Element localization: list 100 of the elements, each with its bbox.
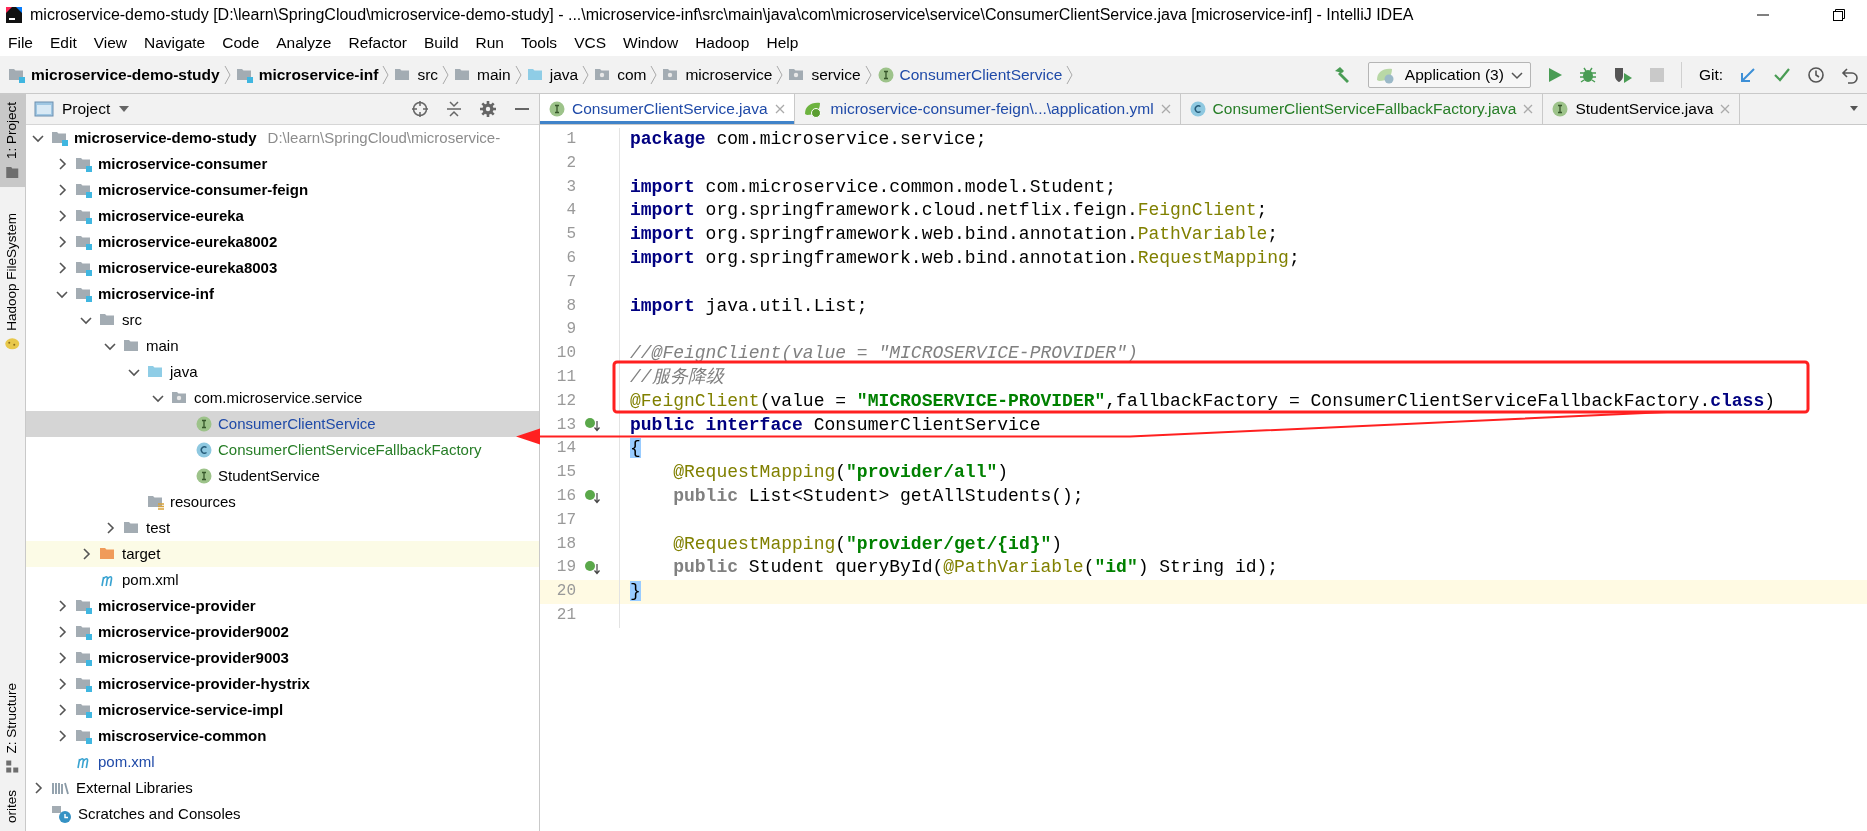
editor-tab[interactable]: StudentService.java bbox=[1543, 94, 1741, 124]
run-icon[interactable] bbox=[1546, 65, 1563, 84]
tree-item[interactable]: main bbox=[26, 333, 183, 359]
editor-tab[interactable]: ConsumerClientServiceFallbackFactory.java bbox=[1180, 94, 1544, 124]
tree-item[interactable]: microservice-demo-study D:\learn\SpringCloud\microservice- bbox=[26, 125, 505, 151]
breadcrumb-item[interactable]: com bbox=[594, 62, 647, 87]
scratches-icon bbox=[51, 804, 73, 824]
line-number: 4 bbox=[565, 200, 576, 222]
tree-item[interactable]: src bbox=[26, 307, 146, 333]
breadcrumb-item[interactable]: microservice-inf bbox=[235, 62, 379, 87]
code-line: package com.microservice.service; bbox=[629, 128, 987, 151]
tree-item[interactable]: microservice-provider9002 bbox=[26, 619, 293, 645]
tree-item[interactable]: test bbox=[26, 515, 175, 541]
menu-item[interactable]: File bbox=[8, 31, 33, 55]
tree-item[interactable]: StudentService bbox=[26, 463, 324, 489]
line-number: 8 bbox=[565, 295, 576, 317]
breadcrumb-item[interactable]: microservice-demo-study bbox=[8, 62, 220, 87]
module-icon bbox=[75, 701, 93, 719]
tool-window-tab[interactable]: orites bbox=[0, 782, 26, 831]
collapse-all-icon[interactable] bbox=[445, 100, 463, 118]
tree-item[interactable]: microservice-eureka8002 bbox=[26, 229, 282, 255]
update-project-icon[interactable] bbox=[1739, 65, 1757, 84]
menu-item[interactable]: Code bbox=[222, 31, 260, 55]
menu-item[interactable]: Build bbox=[424, 31, 459, 55]
tree-item[interactable]: microservice-consumer bbox=[26, 151, 272, 177]
tree-item[interactable]: External Libraries bbox=[26, 775, 197, 801]
debug-icon[interactable] bbox=[1578, 65, 1597, 84]
breadcrumb-item[interactable]: microservice bbox=[662, 62, 773, 87]
breadcrumb-separator-icon bbox=[442, 63, 451, 86]
tree-item[interactable]: microservice-consumer-feign bbox=[26, 177, 313, 203]
menu-item[interactable]: Navigate bbox=[144, 31, 206, 55]
code-line: @FeignClient(value = "MICROSERVICE-PROVIDER",fallbackFactory = ConsumerClientServiceFallbackFactory.class) bbox=[629, 389, 1776, 413]
implemented-marker-icon[interactable] bbox=[584, 417, 600, 434]
breadcrumb-separator-icon bbox=[864, 63, 873, 86]
history-icon[interactable] bbox=[1807, 65, 1825, 84]
tree-item[interactable]: miscroservice-common bbox=[26, 723, 271, 749]
menu-item[interactable]: Run bbox=[475, 31, 504, 55]
line-number: 6 bbox=[565, 248, 576, 269]
tree-item[interactable]: resources bbox=[26, 489, 240, 515]
tree-item[interactable]: com.microservice.service bbox=[26, 385, 367, 411]
menu-item[interactable]: Hadoop bbox=[695, 31, 750, 55]
tree-item[interactable]: microservice-eureka bbox=[26, 203, 248, 229]
tree-item[interactable]: pom.xml bbox=[26, 749, 159, 775]
module-icon bbox=[75, 285, 93, 303]
tool-window-tab[interactable]: Hadoop FileSystem bbox=[0, 205, 26, 359]
revert-icon[interactable] bbox=[1841, 65, 1859, 84]
line-number: 7 bbox=[565, 271, 576, 293]
module-icon bbox=[75, 597, 93, 615]
line-number: 13 bbox=[555, 414, 576, 436]
menu-item[interactable]: VCS bbox=[574, 31, 606, 55]
code-line: import org.springframework.cloud.netflix.feign.FeignClient; bbox=[629, 199, 1268, 223]
module-icon bbox=[51, 129, 69, 147]
implemented-marker-icon[interactable] bbox=[584, 488, 600, 505]
line-number: 20 bbox=[555, 581, 576, 603]
menu-item[interactable]: View bbox=[93, 31, 128, 55]
line-number: 18 bbox=[555, 533, 576, 555]
line-number: 14 bbox=[555, 438, 576, 460]
tool-window-tab[interactable]: 1: Project bbox=[0, 94, 26, 188]
caret-down-icon[interactable] bbox=[1849, 105, 1859, 113]
menu-item[interactable]: Help bbox=[766, 31, 799, 55]
tree-item[interactable]: microservice-service-impl bbox=[26, 697, 288, 723]
menu-item[interactable]: Edit bbox=[50, 31, 77, 55]
editor-tab[interactable]: ConsumerClientService.java bbox=[540, 94, 795, 124]
module-icon bbox=[75, 155, 93, 173]
restore-icon[interactable] bbox=[1831, 7, 1847, 23]
breadcrumb-item[interactable]: service bbox=[788, 62, 861, 87]
breadcrumb-item[interactable]: src bbox=[394, 62, 439, 87]
module-icon bbox=[75, 259, 93, 277]
breadcrumb-item[interactable]: main bbox=[454, 62, 511, 87]
structure-icon bbox=[5, 760, 20, 774]
tree-item[interactable]: ConsumerClientService bbox=[26, 411, 539, 437]
caret-down-icon[interactable] bbox=[118, 104, 131, 114]
tree-item[interactable]: microservice-eureka8003 bbox=[26, 255, 282, 281]
breadcrumb-item[interactable]: java bbox=[526, 62, 579, 87]
tool-window-tab[interactable]: Z: Structure bbox=[0, 675, 26, 782]
code-line: @RequestMapping("provider/get/{id}") bbox=[672, 532, 1063, 556]
tree-item[interactable]: microservice-inf bbox=[26, 281, 218, 307]
folder-icon bbox=[5, 165, 20, 180]
tree-item[interactable]: target bbox=[26, 541, 539, 567]
breadcrumb-item[interactable]: ConsumerClientService bbox=[876, 62, 1063, 87]
tree-item[interactable]: microservice-provider bbox=[26, 593, 260, 619]
coverage-icon[interactable] bbox=[1612, 65, 1633, 84]
tree-item[interactable]: microservice-provider-hystrix bbox=[26, 671, 314, 697]
menu-item[interactable]: Window bbox=[623, 31, 679, 55]
tree-item[interactable]: Scratches and Consoles bbox=[26, 801, 245, 827]
editor-tab[interactable]: microservice-consumer-feign\...\application.yml bbox=[794, 94, 1181, 124]
module-icon bbox=[75, 181, 93, 199]
tree-item[interactable]: pom.xml bbox=[26, 567, 183, 593]
breadcrumb-separator-icon bbox=[1066, 63, 1075, 86]
run-configuration-dropdown[interactable]: Application (3) bbox=[1367, 61, 1531, 88]
locate-icon[interactable] bbox=[411, 100, 429, 118]
menu-item[interactable]: Analyze bbox=[276, 31, 332, 55]
menu-item[interactable]: Tools bbox=[520, 31, 558, 55]
tree-item[interactable]: java bbox=[26, 359, 202, 385]
menu-item[interactable]: Refactor bbox=[348, 31, 408, 55]
settings-icon[interactable] bbox=[479, 100, 497, 118]
tree-item[interactable]: microservice-provider9003 bbox=[26, 645, 293, 671]
code-line: public Student queryById(@PathVariable("id") String id); bbox=[672, 556, 1279, 580]
tree-item[interactable]: ConsumerClientServiceFallbackFactory bbox=[26, 437, 486, 463]
implemented-marker-icon[interactable] bbox=[584, 560, 600, 577]
